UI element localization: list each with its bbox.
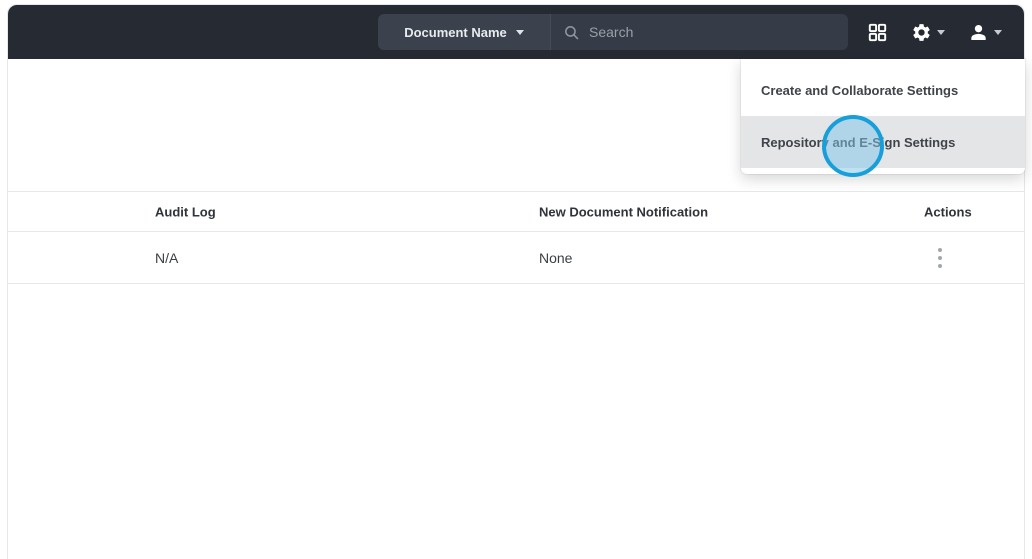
person-icon xyxy=(971,24,986,40)
app-window: Document Name Search Create and Collabor… xyxy=(7,4,1025,559)
magnifier-icon xyxy=(565,25,579,39)
document-type-dropdown-label: Document Name xyxy=(404,24,507,40)
topbar-actions xyxy=(865,5,1004,59)
apps-button[interactable] xyxy=(865,20,890,45)
table-row: N/A None xyxy=(8,232,1024,284)
gear-icon xyxy=(913,23,930,41)
menu-item-label: Repository and E-Sign Settings xyxy=(761,134,956,150)
top-navigation-bar: Document Name xyxy=(8,5,1024,59)
document-type-dropdown[interactable]: Document Name xyxy=(378,14,550,50)
chevron-down-icon xyxy=(937,29,945,35)
cell-audit-log: N/A xyxy=(155,249,179,266)
row-actions-button[interactable] xyxy=(930,244,950,272)
apps-grid-icon xyxy=(868,23,887,41)
chevron-down-icon xyxy=(994,29,1002,35)
table-header-row: Audit Log New Document Notification Acti… xyxy=(8,191,1024,232)
kebab-menu-icon xyxy=(938,247,942,268)
search-group: Document Name xyxy=(378,14,848,50)
column-header-actions: Actions xyxy=(924,204,972,219)
chevron-down-icon xyxy=(515,29,524,35)
settings-dropdown-menu: Create and Collaborate Settings Reposito… xyxy=(741,59,1025,174)
settings-menu-button[interactable] xyxy=(909,20,947,45)
documents-table: Audit Log New Document Notification Acti… xyxy=(8,191,1024,284)
menu-item-label: Create and Collaborate Settings xyxy=(761,82,959,98)
search-field-container xyxy=(550,14,848,50)
column-header-new-document-notification: New Document Notification xyxy=(539,204,709,219)
account-menu-button[interactable] xyxy=(966,20,1004,45)
menu-item-create-collaborate-settings[interactable]: Create and Collaborate Settings xyxy=(741,64,1025,116)
search-input[interactable] xyxy=(589,24,836,40)
menu-item-repository-esign-settings[interactable]: Repository and E-Sign Settings xyxy=(741,116,1025,168)
column-header-audit-log: Audit Log xyxy=(155,204,216,219)
cell-new-document-notification: None xyxy=(539,249,573,266)
